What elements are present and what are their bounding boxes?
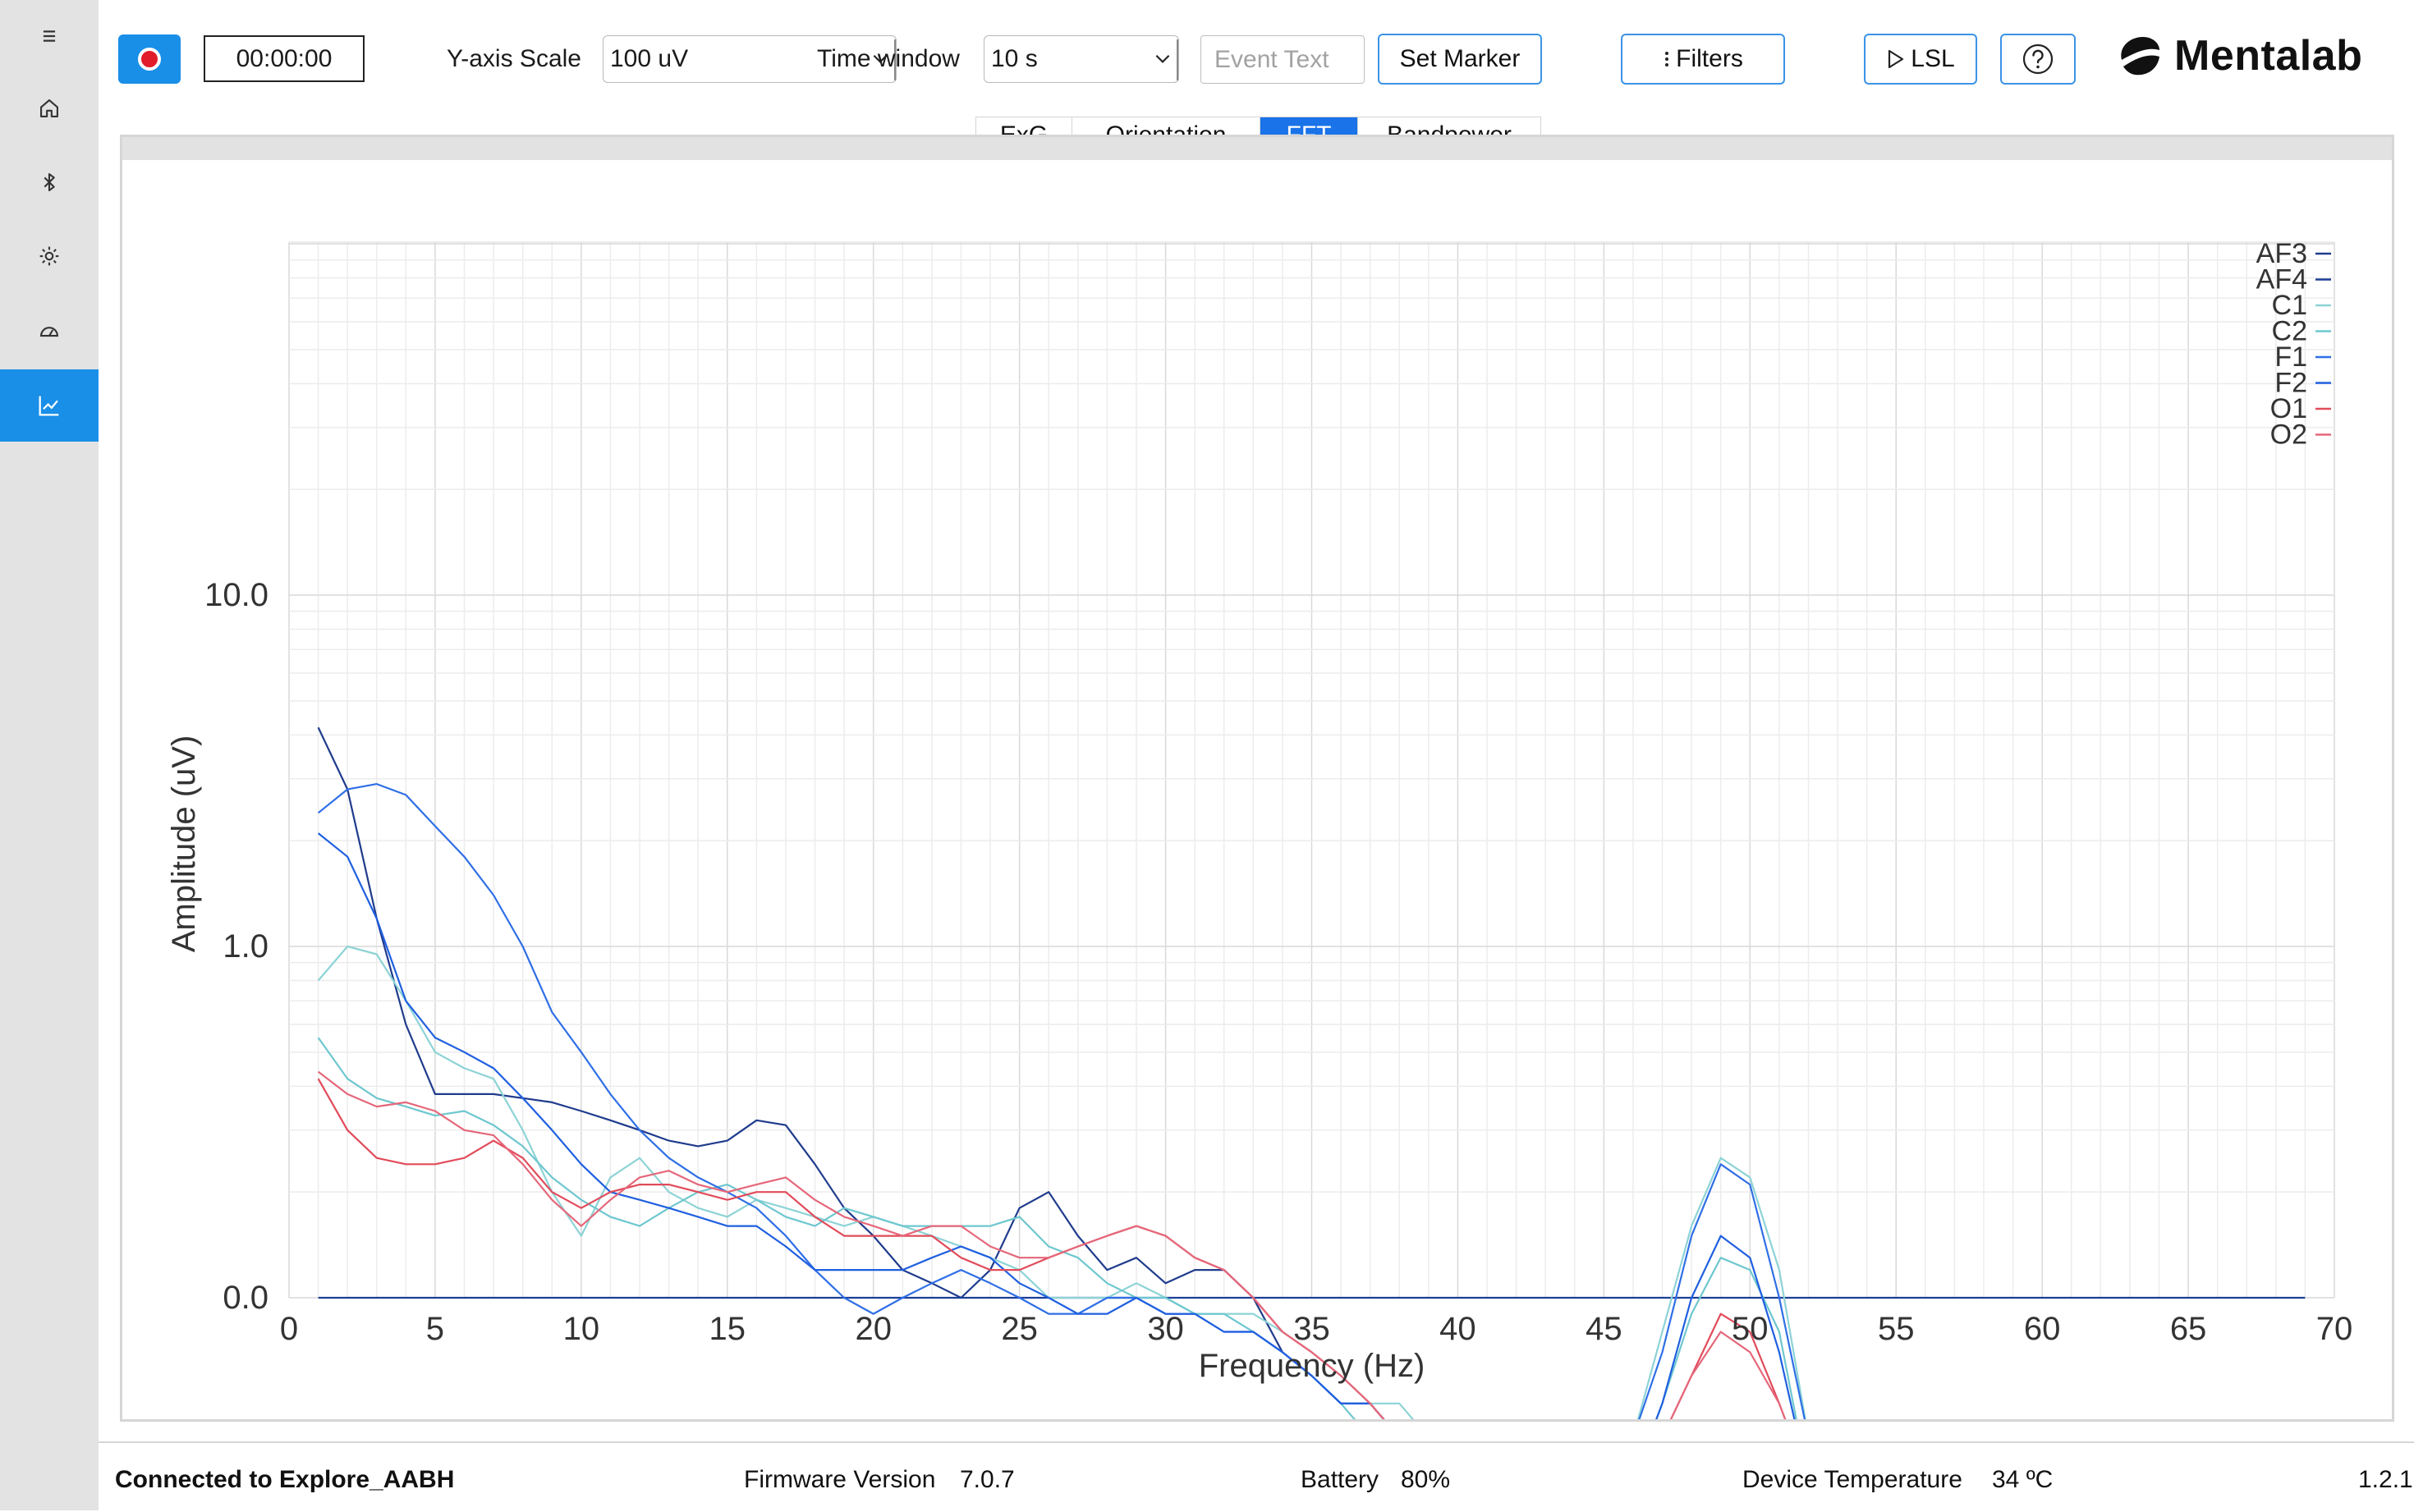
filters-label: Filters [1676, 45, 1743, 72]
home-icon [40, 99, 58, 117]
y-tick-label: 0.0 [223, 1280, 268, 1316]
chevron-down-icon [1155, 54, 1170, 63]
nav-home[interactable] [0, 72, 99, 144]
legend-label: O2 [2270, 419, 2307, 451]
help-button[interactable] [2000, 34, 2076, 85]
battery-label: Battery [1301, 1466, 1379, 1493]
fft-chart[interactable]: 05101520253035404550556065700.01.010.010… [122, 137, 2392, 1419]
menu-icon [43, 30, 56, 42]
bluetooth-icon [44, 173, 55, 191]
event-text-placeholder: Event Text [1214, 45, 1329, 73]
vertical-dots-icon [1665, 52, 1669, 66]
set-marker-button[interactable]: Set Marker [1378, 34, 1542, 85]
chart-grid [288, 241, 2335, 1299]
time-window-label: Time window [817, 45, 960, 72]
chart-icon [39, 396, 59, 416]
x-tick-label: 5 [426, 1311, 444, 1347]
time-window-value: 10 s [991, 45, 1038, 72]
brand: Mentalab [2115, 31, 2362, 80]
y-scale-label: Y-axis Scale [447, 45, 581, 72]
nav-impedance[interactable] [0, 294, 99, 366]
battery-value: 80% [1401, 1466, 1451, 1493]
y-axis-label: Amplitude (uV) [166, 735, 202, 953]
x-tick-label: 15 [709, 1311, 746, 1347]
toolbar: 00:00:00 Y-axis Scale 100 uV Time window… [99, 0, 2414, 123]
set-marker-label: Set Marker [1399, 45, 1521, 72]
status-bar: Connected to Explore_AABH Firmware Versi… [99, 1441, 2414, 1512]
connection-status: Connected to Explore_AABH [115, 1466, 455, 1493]
play-icon [1889, 49, 1904, 69]
x-tick-label: 10 [563, 1311, 600, 1347]
lsl-label: LSL [1911, 45, 1955, 72]
nav-settings[interactable] [0, 220, 99, 292]
firmware-label: Firmware Version [744, 1466, 936, 1493]
sidebar [0, 0, 99, 1510]
record-timer: 00:00:00 [204, 35, 365, 82]
event-text-input[interactable]: Event Text [1200, 35, 1365, 84]
record-button[interactable] [118, 34, 181, 84]
gear-icon [39, 246, 59, 266]
nav-bluetooth[interactable] [0, 146, 99, 218]
x-tick-label: 30 [1147, 1311, 1184, 1347]
brand-name: Mentalab [2174, 32, 2363, 80]
x-tick-label: 0 [280, 1311, 298, 1347]
temperature-value: 34 ºC [1992, 1466, 2054, 1493]
chart-ticks: 05101520253035404550556065700.01.010.010… [204, 577, 2353, 1347]
chart-legend: AF3AF4C1C2F1F2O1O2 [2256, 238, 2331, 451]
nav-visualization[interactable] [0, 369, 99, 442]
x-tick-label: 70 [2316, 1311, 2353, 1347]
x-tick-label: 65 [2170, 1311, 2207, 1347]
x-tick-label: 50 [1732, 1311, 1769, 1347]
x-tick-label: 55 [1878, 1311, 1915, 1347]
lsl-button[interactable]: LSL [1864, 34, 1977, 85]
time-window-select[interactable]: 10 s [984, 35, 1179, 83]
gauge-icon [40, 327, 58, 337]
record-icon [138, 48, 161, 71]
x-tick-label: 25 [1001, 1311, 1038, 1347]
temperature-label: Device Temperature [1742, 1466, 1962, 1493]
help-icon [2022, 44, 2054, 75]
mentalab-logo-icon [2121, 37, 2159, 76]
menu-button[interactable] [0, 0, 99, 72]
x-axis-label: Frequency (Hz) [1199, 1348, 1425, 1384]
x-tick-label: 35 [1293, 1311, 1330, 1347]
app-version: 1.2.1 [2358, 1466, 2413, 1493]
filters-button[interactable]: Filters [1621, 34, 1785, 85]
x-tick-label: 60 [2024, 1311, 2061, 1347]
x-tick-label: 20 [855, 1311, 892, 1347]
chart-panel: 05101520253035404550556065700.01.010.010… [120, 135, 2394, 1422]
firmware-value: 7.0.7 [960, 1466, 1015, 1493]
y-scale-value: 100 uV [610, 45, 689, 72]
y-tick-label: 10.0 [204, 577, 268, 613]
x-tick-label: 45 [1586, 1311, 1622, 1347]
x-tick-label: 40 [1439, 1311, 1476, 1347]
y-tick-label: 1.0 [223, 928, 268, 964]
